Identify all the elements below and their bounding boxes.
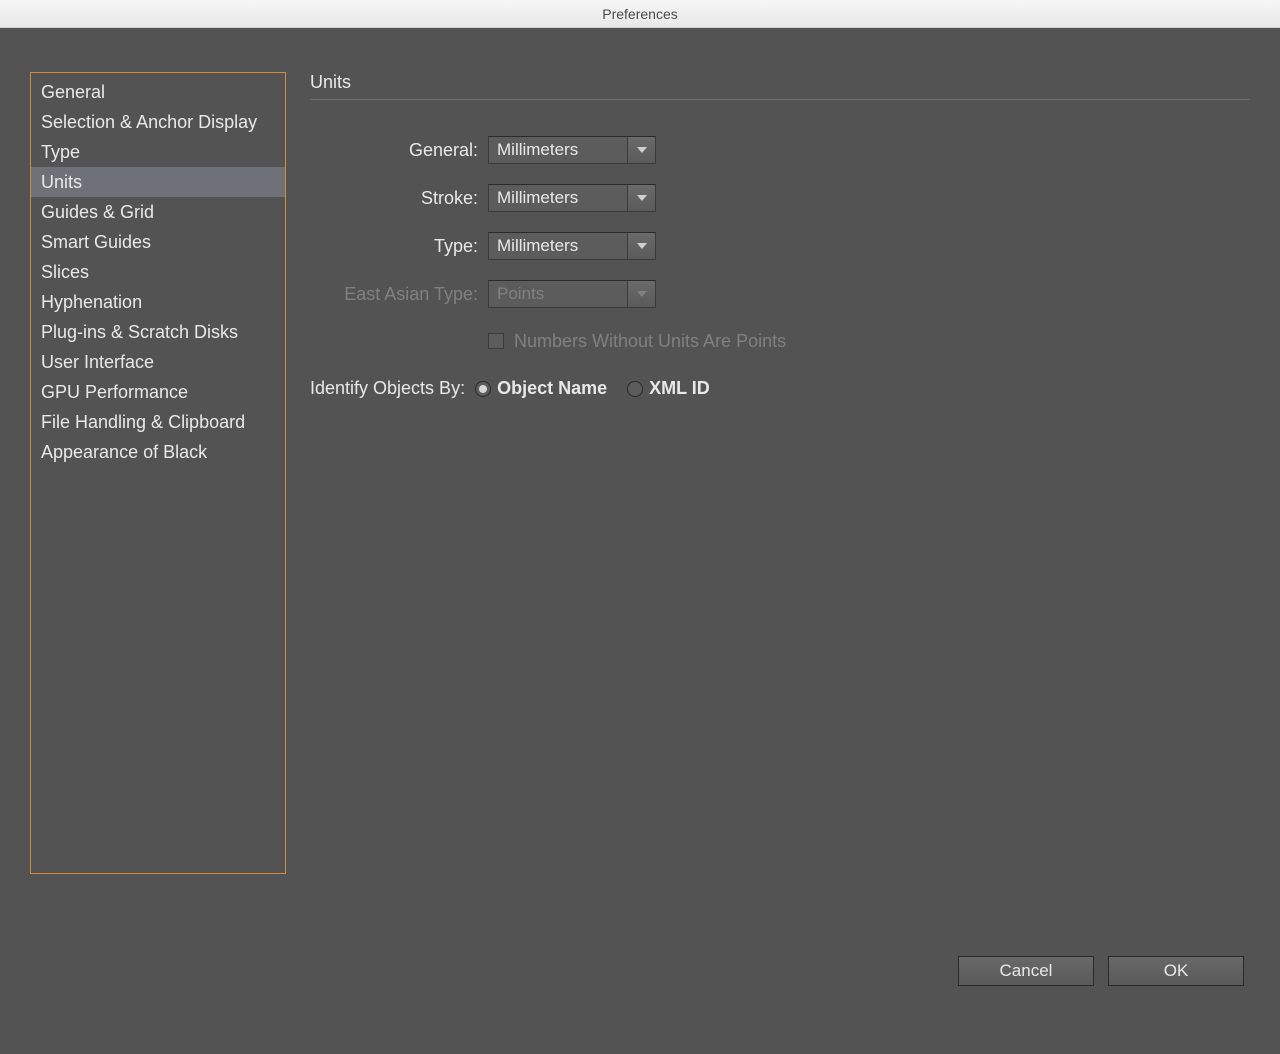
dropdown-east-asian-value: Points [489, 284, 627, 304]
dropdown-type-units[interactable]: Millimeters [488, 232, 656, 260]
chevron-down-icon [627, 281, 655, 307]
radio-group-identify-by: Object Name XML ID [475, 378, 710, 399]
dropdown-general-value: Millimeters [489, 140, 627, 160]
sidebar-item-units[interactable]: Units [31, 167, 285, 197]
titlebar: Preferences [0, 0, 1280, 28]
category-sidebar: GeneralSelection & Anchor DisplayTypeUni… [30, 72, 286, 874]
dropdown-general-units[interactable]: Millimeters [488, 136, 656, 164]
sidebar-item-general[interactable]: General [31, 77, 285, 107]
dialog-body: GeneralSelection & Anchor DisplayTypeUni… [0, 28, 1280, 1054]
dropdown-type-value: Millimeters [489, 236, 627, 256]
sidebar-item-file-handling-clipboard[interactable]: File Handling & Clipboard [31, 407, 285, 437]
radio-object-name[interactable]: Object Name [475, 378, 607, 399]
checkbox-numbers-without-units [488, 333, 504, 349]
row-identify-objects-by: Identify Objects By: Object Name XML ID [310, 378, 1250, 399]
dropdown-east-asian-units: Points [488, 280, 656, 308]
settings-panel: Units General: Millimeters Stroke: Milli… [310, 72, 1250, 1024]
sidebar-item-smart-guides[interactable]: Smart Guides [31, 227, 285, 257]
cancel-button[interactable]: Cancel [958, 956, 1094, 986]
sidebar-item-user-interface[interactable]: User Interface [31, 347, 285, 377]
label-east-asian: East Asian Type: [310, 284, 488, 305]
sidebar-item-slices[interactable]: Slices [31, 257, 285, 287]
row-stroke-units: Stroke: Millimeters [310, 184, 1250, 212]
sidebar-item-plug-ins-scratch-disks[interactable]: Plug-ins & Scratch Disks [31, 317, 285, 347]
radio-icon [475, 381, 491, 397]
row-type-units: Type: Millimeters [310, 232, 1250, 260]
chevron-down-icon [627, 137, 655, 163]
panel-title: Units [310, 72, 1250, 100]
row-east-asian-type-units: East Asian Type: Points [310, 280, 1250, 308]
label-identify-by: Identify Objects By: [310, 378, 465, 399]
radio-xml-id[interactable]: XML ID [627, 378, 710, 399]
chevron-down-icon [627, 233, 655, 259]
sidebar-item-appearance-of-black[interactable]: Appearance of Black [31, 437, 285, 467]
radio-icon [627, 381, 643, 397]
chevron-down-icon [627, 185, 655, 211]
sidebar-item-type[interactable]: Type [31, 137, 285, 167]
sidebar-item-guides-grid[interactable]: Guides & Grid [31, 197, 285, 227]
sidebar-item-selection-anchor-display[interactable]: Selection & Anchor Display [31, 107, 285, 137]
radio-object-name-label: Object Name [497, 378, 607, 399]
label-stroke: Stroke: [310, 188, 488, 209]
dropdown-stroke-value: Millimeters [489, 188, 627, 208]
radio-xml-id-label: XML ID [649, 378, 710, 399]
row-numbers-without-units: Numbers Without Units Are Points [488, 328, 1250, 354]
sidebar-item-gpu-performance[interactable]: GPU Performance [31, 377, 285, 407]
window-title: Preferences [602, 6, 677, 22]
dialog-footer: Cancel OK [958, 956, 1244, 986]
label-general: General: [310, 140, 488, 161]
ok-button[interactable]: OK [1108, 956, 1244, 986]
sidebar-item-hyphenation[interactable]: Hyphenation [31, 287, 285, 317]
row-general-units: General: Millimeters [310, 136, 1250, 164]
label-type: Type: [310, 236, 488, 257]
dropdown-stroke-units[interactable]: Millimeters [488, 184, 656, 212]
label-numbers-without-units: Numbers Without Units Are Points [514, 331, 786, 352]
